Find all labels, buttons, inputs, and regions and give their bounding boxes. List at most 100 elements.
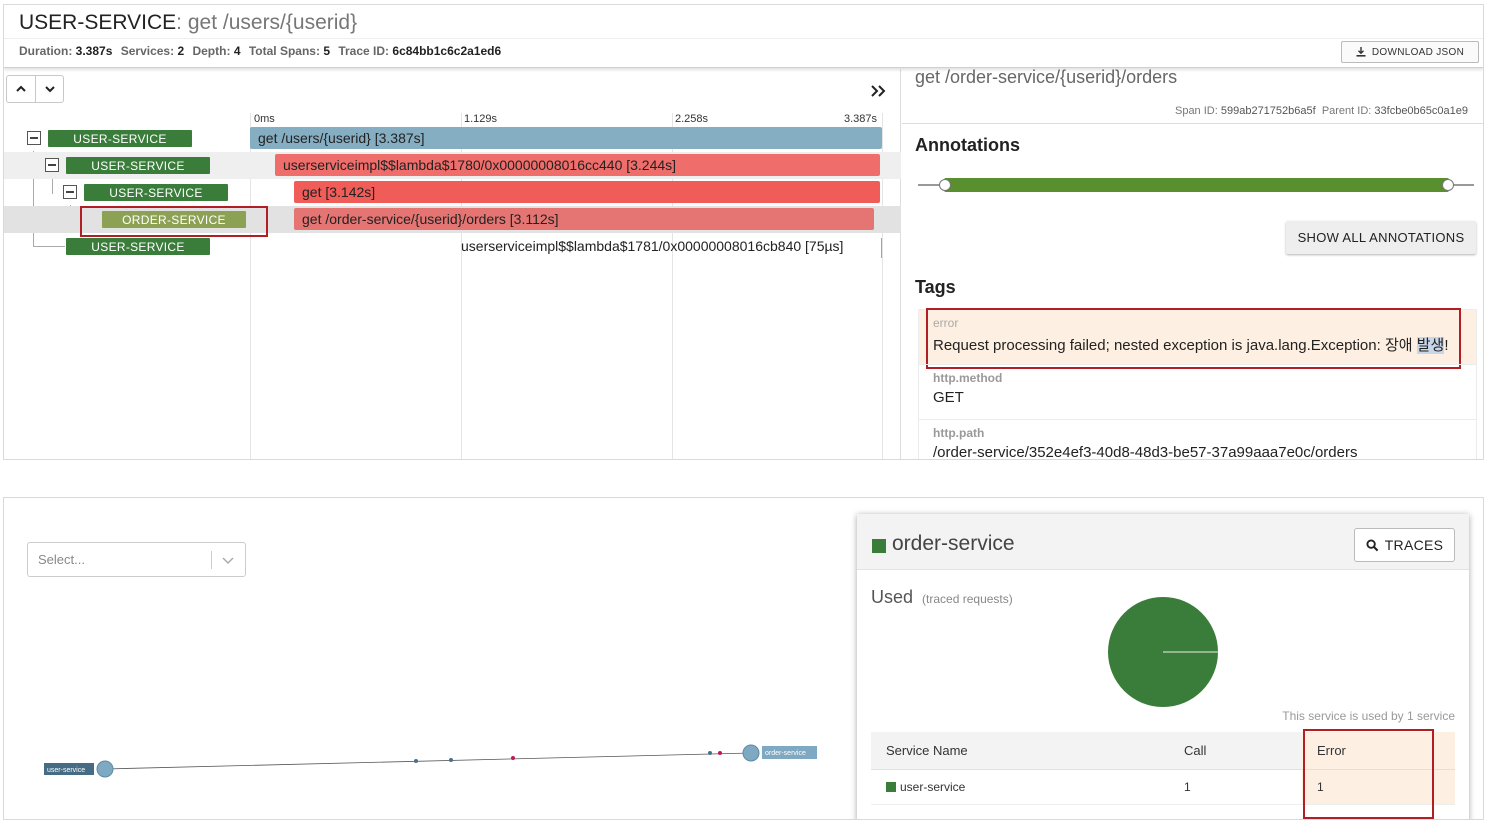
dependencies-panel: user-service order-service Select... ord… <box>3 497 1484 820</box>
download-json-label: DOWNLOAD JSON <box>1371 46 1465 58</box>
span-id-label: Span ID: <box>1174 105 1218 117</box>
trace-service-name: USER-SERVICE <box>19 11 177 34</box>
collapse-toggle[interactable] <box>27 131 41 145</box>
service-badge: USER-SERVICE <box>84 184 228 201</box>
parent-id-value: 33fcbe0b65c0a1e9 <box>1374 105 1468 117</box>
trace-summary: Duration: 3.387s Services: 2 Depth: 4 To… <box>19 44 506 58</box>
span-row[interactable]: USER-SERVICE userserviceimpl$$lambda$178… <box>4 152 901 179</box>
tick-label: 1.129s <box>464 113 498 125</box>
trace-header: USER-SERVICE: get /users/{userid} Durati… <box>4 5 1483 68</box>
chevron-up-icon <box>16 85 26 92</box>
span-row[interactable]: USER-SERVICE get [3.142s] <box>4 179 901 206</box>
span-row[interactable]: USER-SERVICE userserviceimpl$$lambda$178… <box>4 233 901 260</box>
trace-id-label: Trace ID: <box>338 44 390 58</box>
tick-label: 2.258s <box>675 113 709 125</box>
total-spans-value: 5 <box>323 44 330 58</box>
call-count-cell: 1 <box>1169 769 1302 805</box>
traces-button-label: TRACES <box>1384 537 1444 553</box>
service-select-placeholder: Select... <box>38 552 85 567</box>
next-span-button[interactable] <box>35 76 63 102</box>
service-detail-card: order-service TRACES Used (traced reques… <box>857 514 1469 819</box>
node-label-user-service: user-service <box>47 767 85 774</box>
span-operation-name: get /order-service/{userid}/orders <box>915 67 1178 87</box>
previous-span-button[interactable] <box>7 76 35 102</box>
column-header: Service Name <box>871 732 1169 770</box>
service-badge: USER-SERVICE <box>48 130 192 147</box>
tags-heading: Tags <box>915 277 956 297</box>
request-dot <box>414 759 418 763</box>
service-card-header: order-service TRACES <box>857 514 1469 570</box>
column-header: Call <box>1169 732 1302 770</box>
span-bar[interactable]: userserviceimpl$$lambda$1780/0x000000080… <box>275 154 880 176</box>
span-bar[interactable]: get /order-service/{userid}/orders [3.11… <box>294 208 874 230</box>
tick-label: 0ms <box>254 113 275 125</box>
service-select[interactable]: Select... <box>27 542 246 577</box>
service-badge: USER-SERVICE <box>66 157 210 174</box>
user-service-node[interactable] <box>96 760 114 778</box>
services-value: 2 <box>177 44 185 58</box>
service-color-swatch <box>886 781 896 792</box>
service-card-title: order-service <box>892 532 1015 555</box>
span-row[interactable]: USER-SERVICE get /users/{userid} [3.387s… <box>4 125 901 152</box>
request-dot <box>449 758 453 762</box>
span-bar[interactable]: get [3.142s] <box>294 181 880 203</box>
collapse-toggle[interactable] <box>45 158 59 172</box>
select-divider <box>211 551 212 569</box>
node-label-order-service: order-service <box>765 750 806 757</box>
collapse-toggle[interactable] <box>63 185 77 199</box>
header-divider <box>4 38 1483 39</box>
services-label: Services: <box>120 44 175 58</box>
span-id-value: 599ab271752b6a5f <box>1220 105 1316 117</box>
parent-id-label: Parent ID: <box>1321 105 1372 117</box>
download-icon <box>1356 47 1366 57</box>
download-json-button[interactable]: DOWNLOAD JSON <box>1341 41 1479 63</box>
duration-label: Duration: <box>19 44 73 58</box>
trace-id-value: 6c84bb1c6c2a1ed6 <box>392 44 502 58</box>
annotation-point[interactable] <box>1442 179 1454 191</box>
error-request-dot <box>511 756 515 760</box>
service-badge: USER-SERVICE <box>66 238 210 255</box>
tag-key: http.method <box>933 371 1003 385</box>
duration-value: 3.387s <box>75 44 113 58</box>
error-request-dot <box>718 751 722 755</box>
service-color-swatch <box>872 539 886 553</box>
span-bar-tiny <box>881 238 882 258</box>
table-row[interactable]: user-service 1 1 <box>871 769 1455 805</box>
service-name: user-service <box>900 779 966 794</box>
tag-http-path: http.path /order-service/352e4ef3-40d8-4… <box>918 419 1477 460</box>
trace-title: USER-SERVICE: get /users/{userid} <box>19 11 357 35</box>
highlight-box <box>926 308 1461 369</box>
used-heading: Used (traced requests) <box>871 587 1013 608</box>
span-ids: Span ID: 599ab271752b6a5f Parent ID: 33f… <box>1175 105 1468 117</box>
usage-pie-chart <box>1108 597 1218 707</box>
span-bar[interactable]: get /users/{userid} [3.387s] <box>250 127 882 149</box>
double-chevron-right-icon <box>871 85 886 97</box>
traces-button[interactable]: TRACES <box>1354 528 1455 562</box>
service-name-cell: user-service <box>871 769 1169 805</box>
dependency-edge <box>104 752 752 770</box>
trace-title-separator: : <box>176 11 182 34</box>
span-timeline: 0ms 1.129s 2.258s 3.387s USER-SERVICE ge… <box>4 69 901 459</box>
used-by-note: This service is used by 1 service <box>1282 709 1455 723</box>
depth-label: Depth: <box>192 44 231 58</box>
table-header-row: Service Name Call Error <box>871 732 1455 770</box>
order-service-node[interactable] <box>742 744 760 762</box>
total-spans-label: Total Spans: <box>248 44 320 58</box>
span-navigation <box>6 75 64 103</box>
span-detail-header: get /order-service/{userid}/orders Span … <box>902 67 1483 124</box>
annotation-point[interactable] <box>939 179 951 191</box>
annotations-heading: Annotations <box>915 135 1020 155</box>
column-header: Error <box>1302 732 1455 770</box>
tick-label: 3.387s <box>844 113 878 125</box>
tag-key: http.path <box>933 426 985 440</box>
tag-value: /order-service/352e4ef3-40d8-48d3-be57-3… <box>933 444 1358 460</box>
chevron-down-icon <box>222 557 234 565</box>
collapse-detail-button[interactable] <box>867 81 889 101</box>
span-label[interactable]: userserviceimpl$$lambda$1781/0x000000080… <box>454 235 884 257</box>
show-all-annotations-button[interactable]: SHOW ALL ANNOTATIONS <box>1286 221 1476 254</box>
depth-value: 4 <box>233 44 241 58</box>
used-sublabel: (traced requests) <box>922 592 1013 606</box>
trace-view-panel: USER-SERVICE: get /users/{userid} Durati… <box>3 4 1484 460</box>
chevron-down-icon <box>44 86 55 93</box>
used-label: Used <box>871 587 914 607</box>
